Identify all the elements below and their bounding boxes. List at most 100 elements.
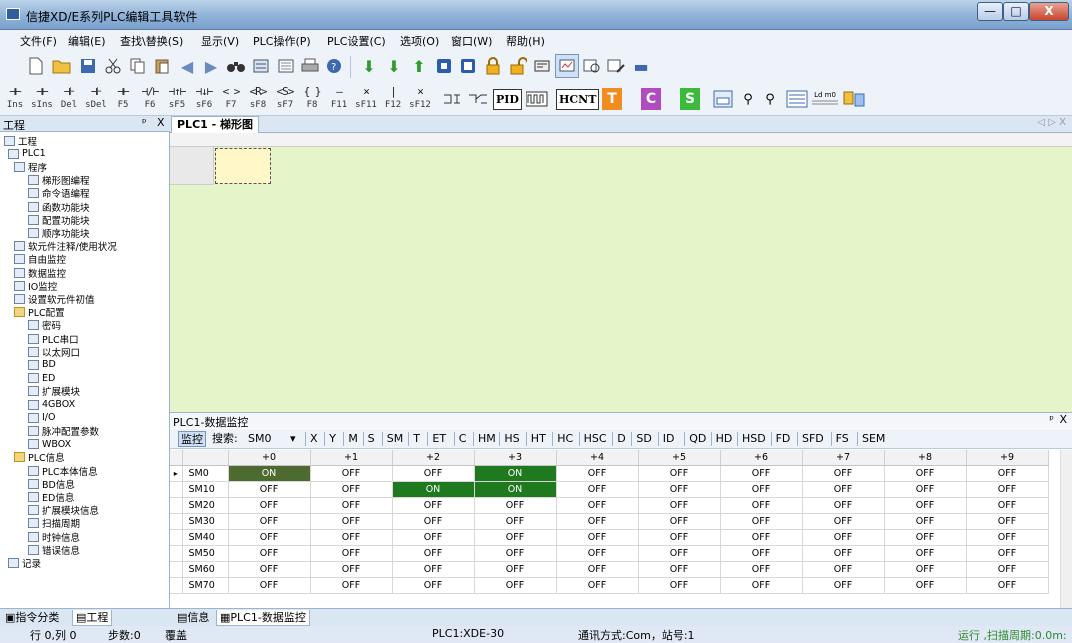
cut-icon[interactable] bbox=[101, 54, 125, 78]
table-row[interactable]: SM20 OFF OFF OFF OFF OFF OFF OFF OFF OFF OFF bbox=[170, 497, 1049, 514]
value-cell[interactable]: OFF bbox=[474, 513, 557, 530]
value-cell[interactable]: OFF bbox=[556, 545, 639, 562]
table-row[interactable]: SM50 OFF OFF OFF OFF OFF OFF OFF OFF OFF OFF bbox=[170, 545, 1049, 562]
set-coil-button[interactable]: <S> sF7 bbox=[272, 85, 298, 113]
value-cell[interactable]: OFF bbox=[310, 513, 393, 530]
upload-arrow-icon[interactable]: ⬇ bbox=[382, 54, 406, 78]
tree-item[interactable]: 梯形图编程 bbox=[28, 174, 90, 187]
print-icon[interactable] bbox=[298, 54, 322, 78]
device-type-button[interactable]: C bbox=[457, 431, 469, 447]
tree-item[interactable]: 扩展模块 bbox=[28, 385, 80, 398]
device-type-button[interactable]: ET bbox=[430, 431, 448, 447]
value-cell[interactable]: OFF bbox=[966, 465, 1049, 482]
hcnt-button[interactable]: HCNT bbox=[556, 89, 600, 110]
tree-item[interactable]: 软元件注释/使用状况 bbox=[14, 240, 117, 253]
tree-item[interactable]: PLC信息 bbox=[14, 451, 65, 464]
value-cell[interactable]: ON bbox=[474, 481, 557, 498]
value-cell[interactable]: OFF bbox=[556, 465, 639, 482]
tab-info[interactable]: ▤信息 bbox=[174, 610, 212, 626]
value-cell[interactable]: OFF bbox=[392, 561, 475, 578]
value-cell[interactable]: OFF bbox=[638, 513, 721, 530]
value-cell[interactable]: OFF bbox=[474, 561, 557, 578]
timer-t-button[interactable]: T bbox=[602, 88, 622, 110]
value-cell[interactable]: OFF bbox=[720, 561, 803, 578]
tree-item[interactable]: 脉冲配置参数 bbox=[28, 424, 99, 438]
device-type-button[interactable]: SEM bbox=[860, 431, 887, 447]
value-cell[interactable]: OFF bbox=[802, 577, 885, 594]
value-cell[interactable]: OFF bbox=[638, 497, 721, 514]
value-cell[interactable]: OFF bbox=[884, 545, 967, 562]
tree-item[interactable]: 命令语编程 bbox=[28, 187, 90, 200]
value-cell[interactable]: OFF bbox=[720, 497, 803, 514]
data-monitor-scrollbar[interactable] bbox=[1060, 450, 1072, 608]
lock-icon[interactable] bbox=[481, 54, 505, 78]
value-cell[interactable]: OFF bbox=[228, 497, 311, 514]
value-cell[interactable]: OFF bbox=[392, 545, 475, 562]
tree-item[interactable]: I/O bbox=[28, 411, 55, 424]
ladder-canvas[interactable] bbox=[170, 147, 1072, 412]
device-type-button[interactable]: S bbox=[366, 431, 377, 447]
delete-row-button[interactable]: ⊣⊦ Del bbox=[56, 85, 82, 113]
transfer-icon[interactable] bbox=[842, 87, 866, 111]
value-cell[interactable]: OFF bbox=[310, 465, 393, 482]
value-cell[interactable]: OFF bbox=[556, 529, 639, 546]
search-input[interactable]: SM0 bbox=[246, 431, 273, 447]
copy-icon[interactable] bbox=[126, 54, 150, 78]
panel-close-icon[interactable]: X bbox=[157, 116, 165, 129]
value-cell[interactable]: OFF bbox=[966, 577, 1049, 594]
value-cell[interactable]: OFF bbox=[884, 529, 967, 546]
value-cell[interactable]: OFF bbox=[638, 465, 721, 482]
value-cell[interactable]: OFF bbox=[884, 481, 967, 498]
coil-button[interactable]: < > F7 bbox=[218, 85, 244, 113]
value-cell[interactable]: OFF bbox=[310, 545, 393, 562]
value-cell[interactable]: OFF bbox=[884, 497, 967, 514]
tree-item[interactable]: PLC配置 bbox=[14, 306, 65, 319]
tab-data-monitor[interactable]: ▦PLC1-数据监控 bbox=[216, 610, 310, 626]
device-type-button[interactable]: T bbox=[411, 431, 422, 447]
tree-item[interactable]: 数据监控 bbox=[14, 266, 66, 280]
tree-item[interactable]: 4GBOX bbox=[28, 398, 75, 411]
device-type-button[interactable]: FS bbox=[834, 431, 851, 447]
monitor-zoom-icon[interactable] bbox=[580, 54, 604, 78]
value-cell[interactable]: OFF bbox=[720, 465, 803, 482]
tree-item[interactable]: BD bbox=[28, 358, 56, 371]
unlock-icon[interactable] bbox=[506, 54, 530, 78]
table-row[interactable]: SM30 OFF OFF OFF OFF OFF OFF OFF OFF OFF OFF bbox=[170, 513, 1049, 530]
value-cell[interactable]: OFF bbox=[884, 465, 967, 482]
tab-ladder-diagram[interactable]: PLC1 - 梯形图 bbox=[171, 116, 260, 133]
pid-button[interactable]: PID bbox=[493, 89, 522, 110]
value-cell[interactable]: OFF bbox=[802, 481, 885, 498]
tree-item[interactable]: 程序 bbox=[14, 160, 47, 174]
device-type-button[interactable]: HT bbox=[529, 431, 548, 447]
maximize-button[interactable]: □ bbox=[1003, 2, 1029, 21]
device-type-button[interactable]: D bbox=[615, 431, 627, 447]
ladder-cursor[interactable] bbox=[215, 148, 271, 184]
minimize-button[interactable]: — bbox=[977, 2, 1003, 21]
value-cell[interactable]: OFF bbox=[720, 577, 803, 594]
tree-item[interactable]: 时钟信息 bbox=[28, 530, 80, 544]
document-icon[interactable] bbox=[785, 87, 809, 111]
value-cell[interactable]: OFF bbox=[884, 577, 967, 594]
device-type-button[interactable]: HD bbox=[714, 431, 735, 447]
close-button[interactable]: X bbox=[1029, 2, 1069, 21]
tree-item[interactable]: 扩展模块信息 bbox=[28, 504, 99, 517]
value-cell[interactable]: OFF bbox=[392, 465, 475, 482]
value-cell[interactable]: OFF bbox=[802, 561, 885, 578]
value-cell[interactable]: OFF bbox=[638, 577, 721, 594]
value-cell[interactable]: OFF bbox=[474, 577, 557, 594]
value-cell[interactable]: OFF bbox=[556, 577, 639, 594]
value-cell[interactable]: OFF bbox=[310, 577, 393, 594]
value-cell[interactable]: OFF bbox=[228, 529, 311, 546]
value-cell[interactable]: OFF bbox=[884, 561, 967, 578]
device-type-button[interactable]: QD bbox=[687, 431, 708, 447]
tree-item[interactable]: 设置软元件初值 bbox=[14, 292, 95, 306]
device-type-button[interactable]: SFD bbox=[800, 431, 826, 447]
value-cell[interactable]: OFF bbox=[392, 577, 475, 594]
tree-item[interactable]: 扫描周期 bbox=[28, 517, 80, 530]
menu-plc-operation[interactable]: PLC操作(P) bbox=[253, 33, 311, 49]
menu-edit[interactable]: 编辑(E) bbox=[68, 33, 106, 49]
monitor-button[interactable]: 监控 bbox=[178, 431, 206, 447]
tree-item[interactable]: PLC本体信息 bbox=[28, 464, 98, 478]
value-cell[interactable]: OFF bbox=[638, 529, 721, 546]
tab-scroll-arrows[interactable]: ◁ ▷ X bbox=[1037, 117, 1066, 128]
